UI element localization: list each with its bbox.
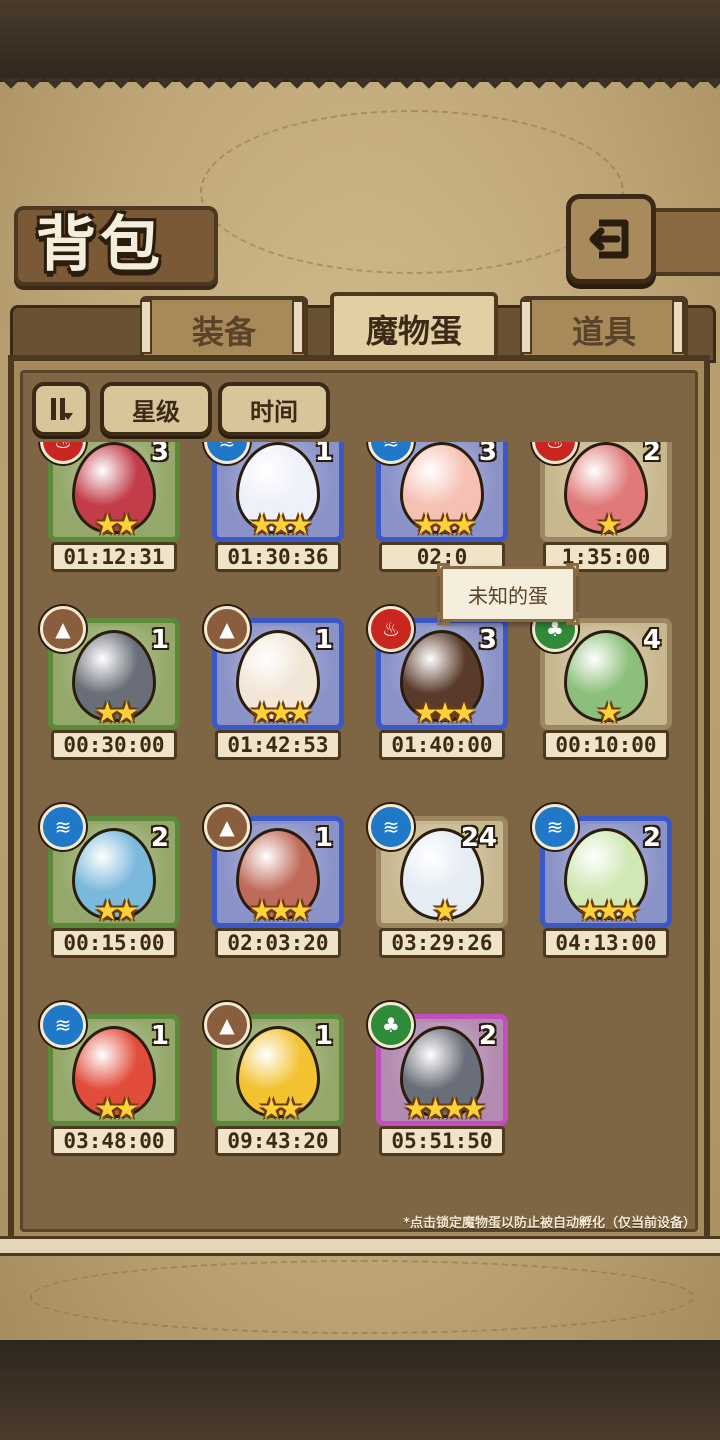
water-element-icon: ≋: [532, 804, 578, 850]
earth-element-icon: ▲: [40, 606, 86, 652]
hatch-timer: 00:15:00: [51, 928, 177, 958]
return-arrow-icon: [589, 219, 629, 259]
egg-count: 1: [150, 625, 169, 655]
earth-element-icon: ▲: [204, 1002, 250, 1048]
map-decoration: [30, 1260, 694, 1334]
sort-toggle-button[interactable]: [32, 382, 90, 436]
egg-count: 3: [478, 625, 497, 655]
page-title: 背包: [36, 210, 164, 280]
egg-star-rating: ★★★: [249, 894, 312, 927]
egg-count: 2: [478, 1021, 497, 1051]
tab-equipment[interactable]: 装备: [140, 296, 308, 364]
egg-count: 2: [642, 823, 661, 853]
water-element-icon: ≋: [40, 1002, 86, 1048]
tooltip-corner: [566, 612, 579, 625]
top-band: [0, 0, 720, 88]
tab-post: [672, 300, 684, 354]
tooltip-corner: [437, 563, 450, 576]
hatch-timer: 00:10:00: [543, 730, 669, 760]
tab-post: [520, 300, 532, 354]
egg-star-rating: ★★: [94, 894, 139, 927]
tab-post: [292, 300, 304, 354]
egg-star-rating: ★★★: [413, 696, 476, 729]
tooltip-corner: [566, 563, 579, 576]
pause-sort-icon: [51, 398, 73, 420]
sort-by-time-button[interactable]: 时间: [218, 382, 330, 436]
hatch-timer: 02:03:20: [215, 928, 341, 958]
egg-count: 1: [314, 442, 333, 467]
egg-count: 4: [642, 625, 661, 655]
hatch-timer: 01:40:00: [379, 730, 505, 760]
back-button[interactable]: [566, 194, 656, 284]
egg-count: 24: [460, 823, 497, 853]
torn-edge-top: [0, 78, 720, 100]
hatch-timer: 03:48:00: [51, 1126, 177, 1156]
egg-star-rating: ★★: [94, 508, 139, 541]
hatch-timer: 05:51:50: [379, 1126, 505, 1156]
egg-count: 3: [478, 442, 497, 467]
egg-star-rating: ★★: [258, 1092, 303, 1125]
egg-star-rating: ★: [432, 894, 457, 927]
tooltip-corner: [437, 612, 450, 625]
egg-star-rating: ★: [596, 696, 621, 729]
earth-element-icon: ▲: [204, 606, 250, 652]
wood-element-icon: ♣: [368, 1002, 414, 1048]
hatch-timer: 01:30:36: [215, 542, 341, 572]
hatch-timer: 00:30:00: [51, 730, 177, 760]
egg-count: 1: [150, 1021, 169, 1051]
water-element-icon: ≋: [368, 804, 414, 850]
map-decoration: [200, 110, 624, 274]
egg-star-rating: ★★★: [249, 696, 312, 729]
egg-count: 2: [150, 823, 169, 853]
egg-star-rating: ★★★: [577, 894, 640, 927]
egg-count: 2: [642, 442, 661, 467]
hatch-timer: 04:13:00: [543, 928, 669, 958]
egg-tooltip: 未知的蛋: [437, 563, 579, 625]
hatch-timer: 09:43:20: [215, 1126, 341, 1156]
tab-items[interactable]: 道具: [520, 296, 688, 364]
egg-star-rating: ★★★: [413, 508, 476, 541]
egg-count: 1: [314, 823, 333, 853]
egg-star-rating: ★★: [94, 696, 139, 729]
bottom-band: [0, 1340, 720, 1440]
water-element-icon: ≋: [40, 804, 86, 850]
sort-by-star-button[interactable]: 星级: [100, 382, 212, 436]
egg-count: 1: [314, 625, 333, 655]
egg-grid: 3★★♨01:12:311★★★≋01:30:363★★★≋02:02★♨1:3…: [30, 442, 690, 1182]
hatch-timer: 01:12:31: [51, 542, 177, 572]
panel-bottom-rail: [0, 1236, 720, 1256]
egg-count: 3: [150, 442, 169, 467]
egg-star-rating: ★: [596, 508, 621, 541]
earth-element-icon: ▲: [204, 804, 250, 850]
hatch-timer: 01:42:53: [215, 730, 341, 760]
hatch-timer: 03:29:26: [379, 928, 505, 958]
egg-count: 1: [314, 1021, 333, 1051]
egg-star-rating: ★★★: [249, 508, 312, 541]
fire-element-icon: ♨: [368, 606, 414, 652]
tab-post: [140, 300, 152, 354]
egg-star-rating: ★★★★: [403, 1092, 486, 1125]
tooltip-text: 未知的蛋: [468, 583, 548, 608]
footer-hint: *点击锁定魔物蛋以防止被自动孵化（仅当前设备）: [403, 1216, 696, 1231]
egg-star-rating: ★★: [94, 1092, 139, 1125]
